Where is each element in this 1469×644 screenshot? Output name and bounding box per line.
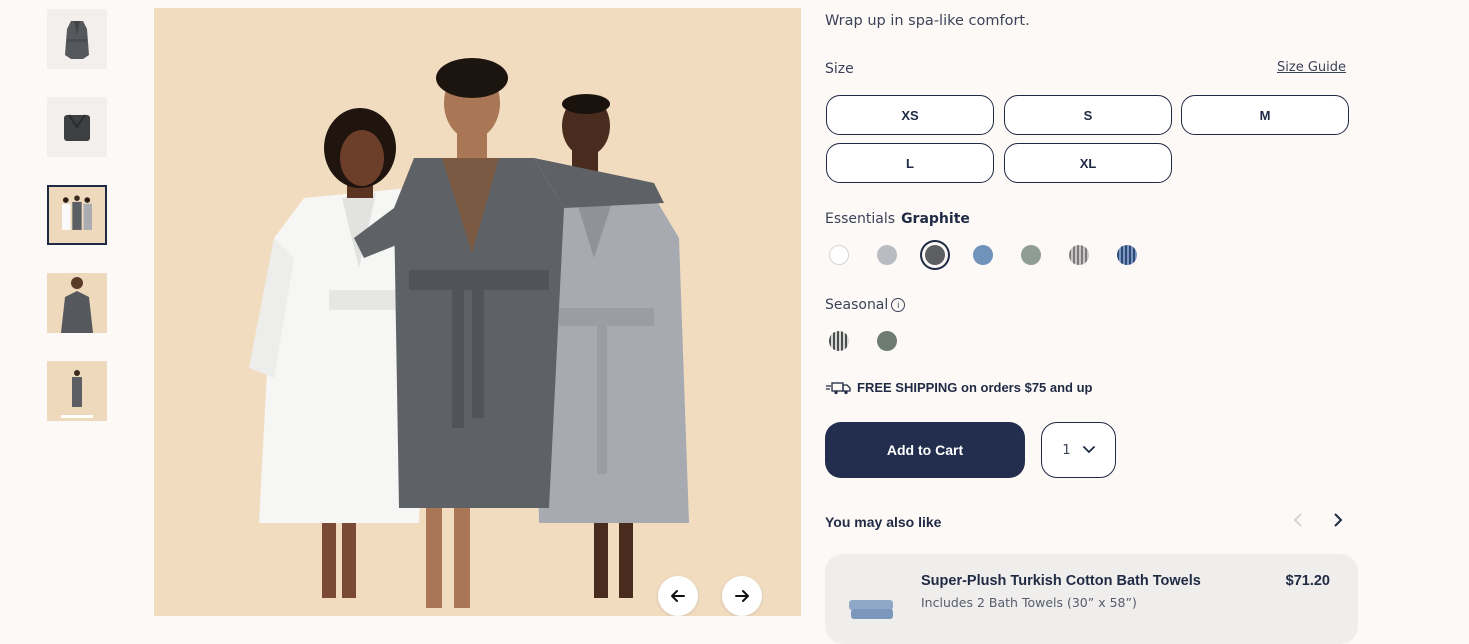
recommendation-price: $71.20	[1285, 573, 1330, 589]
size-option-xl[interactable]: XL	[1004, 143, 1172, 183]
product-tagline: Wrap up in spa-like comfort.	[825, 13, 1030, 29]
swatch-white[interactable]	[829, 245, 849, 265]
color-label: Essentials Graphite	[825, 211, 970, 227]
swatch-navy-stripe[interactable]	[1117, 245, 1137, 265]
size-option-m[interactable]: M	[1181, 95, 1349, 135]
chevron-right-icon	[1334, 513, 1343, 527]
swatch-moss[interactable]	[877, 331, 897, 351]
recommendation-card[interactable]: Super-Plush Turkish Cotton Bath Towels I…	[825, 554, 1358, 644]
quantity-value: 1	[1062, 442, 1071, 458]
thumbnail-models-group[interactable]	[47, 185, 107, 245]
swatch-sage[interactable]	[1021, 245, 1041, 265]
main-product-image	[154, 8, 801, 616]
thumbnail-model-full[interactable]	[47, 361, 107, 421]
recommendation-title[interactable]: Super-Plush Turkish Cotton Bath Towels	[921, 573, 1201, 589]
size-option-l[interactable]: L	[826, 143, 994, 183]
shipping-banner: FREE SHIPPING on orders $75 and up	[825, 380, 1093, 395]
size-guide-link[interactable]: Size Guide	[1277, 60, 1346, 75]
selected-color-name: Graphite	[901, 211, 970, 227]
swatch-light-gray[interactable]	[877, 245, 897, 265]
seasonal-label: Seasonal	[825, 297, 889, 313]
previous-image-button[interactable]	[658, 576, 698, 616]
recommendation-subtitle: Includes 2 Bath Towels (30” x 58”)	[921, 595, 1137, 610]
truck-icon	[826, 381, 851, 394]
next-image-button[interactable]	[722, 576, 762, 616]
seasonal-label-row: Seasonal i	[825, 297, 906, 313]
quantity-select[interactable]: 1	[1041, 422, 1116, 478]
carousel-prev-button[interactable]	[1288, 510, 1308, 530]
thumbnail-robe-folded[interactable]	[47, 97, 107, 157]
arrow-left-icon	[671, 590, 685, 602]
thumbnail-robe-front[interactable]	[47, 9, 107, 69]
carousel-next-button[interactable]	[1328, 510, 1348, 530]
add-to-cart-button[interactable]: Add to Cart	[825, 422, 1025, 478]
size-option-s[interactable]: S	[1004, 95, 1172, 135]
shipping-text: FREE SHIPPING on orders $75 and up	[857, 380, 1093, 395]
towel-image	[849, 600, 893, 619]
swatch-graphite[interactable]	[925, 245, 945, 265]
product-details-panel: Wrap up in spa-like comfort. Size Size G…	[825, 0, 1360, 644]
size-label: Size	[825, 61, 854, 77]
recommendations-title: You may also like	[825, 514, 942, 530]
essentials-label: Essentials	[825, 211, 896, 227]
swatch-gray-stripe[interactable]	[1069, 245, 1089, 265]
swatch-charcoal-stripe[interactable]	[829, 331, 849, 351]
thumbnail-model-closeup[interactable]	[47, 273, 107, 333]
info-icon[interactable]: i	[891, 298, 906, 312]
arrow-right-icon	[735, 590, 749, 602]
models-in-robes-photo	[154, 8, 801, 616]
chevron-left-icon	[1293, 513, 1302, 527]
chevron-down-icon	[1082, 446, 1095, 454]
swatch-blue[interactable]	[973, 245, 993, 265]
size-option-xs[interactable]: XS	[826, 95, 994, 135]
